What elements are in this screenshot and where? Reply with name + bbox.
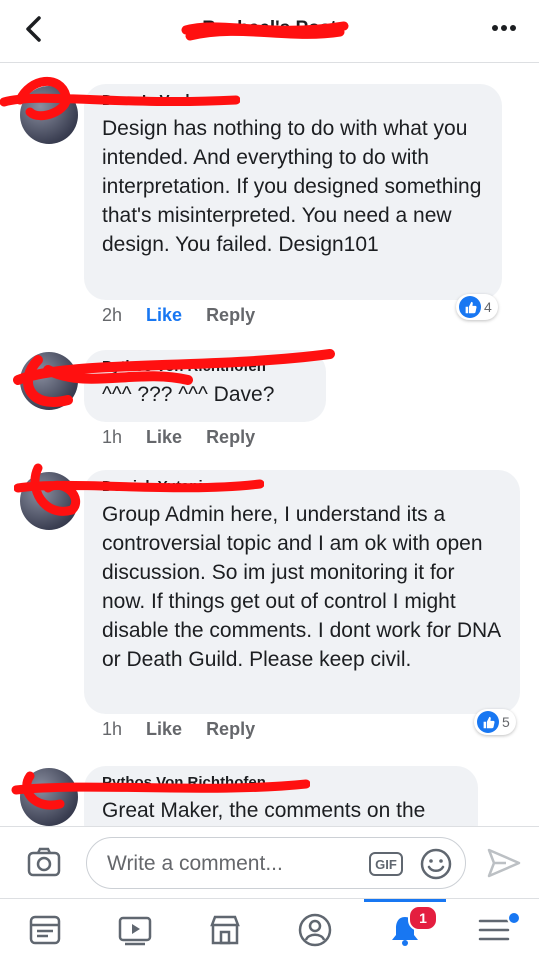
reaction-count[interactable]: 4 — [456, 294, 498, 320]
comment-actions: 2h Like Reply — [102, 305, 255, 326]
comment-actions: 1h Like Reply — [102, 719, 255, 740]
post-header: Rachael's Post — [0, 0, 539, 63]
like-button[interactable]: Like — [146, 427, 182, 448]
comment-input-container[interactable]: GIF — [86, 837, 466, 889]
reply-button[interactable]: Reply — [206, 719, 255, 740]
camera-icon[interactable] — [26, 845, 62, 879]
reaction-count[interactable]: 5 — [474, 709, 516, 735]
watch-video-icon — [118, 916, 152, 946]
active-tab-indicator — [364, 899, 446, 902]
comment-author[interactable]: Derrick Yutani — [102, 480, 502, 494]
send-icon[interactable] — [486, 846, 522, 880]
comment-text: Design has nothing to do with what you i… — [102, 117, 482, 256]
comment-bubble[interactable]: Derrick Yutani Group Admin here, I under… — [84, 470, 520, 714]
comment: Pythos Von Richthofen ^^^ ??? ^^^ Dave? … — [0, 350, 539, 450]
comment-time: 1h — [102, 427, 123, 447]
comment-author[interactable]: Dave LeVack — [102, 94, 484, 108]
comment-text: Great Maker, the comments on the — [102, 799, 426, 822]
thumbs-up-icon — [477, 711, 499, 733]
comment-time: 2h — [102, 305, 123, 325]
like-button[interactable]: Like — [146, 719, 182, 740]
nav-profile[interactable] — [270, 899, 360, 961]
comment-input[interactable] — [105, 849, 359, 879]
reaction-number: 4 — [484, 299, 492, 315]
comment-text: ^^^ ??? ^^^ Dave? — [102, 383, 275, 406]
comment-bubble[interactable]: Pythos Von Richthofen ^^^ ??? ^^^ Dave? — [84, 350, 326, 422]
thumbs-up-icon — [459, 296, 481, 318]
nav-watch[interactable] — [90, 899, 180, 961]
comment-bubble[interactable]: Pythos Von Richthofen Great Maker, the c… — [84, 766, 478, 826]
comment: Dave LeVack Design has nothing to do wit… — [0, 84, 539, 334]
comment-text: Group Admin here, I understand its a con… — [102, 503, 501, 671]
avatar[interactable] — [20, 86, 78, 144]
news-feed-icon — [29, 915, 61, 945]
comment-actions: 1h Like Reply — [102, 427, 255, 448]
avatar[interactable] — [20, 352, 78, 410]
marketplace-icon — [210, 915, 240, 945]
comment-author[interactable]: Pythos Von Richthofen — [102, 360, 308, 374]
menu-hamburger-icon — [478, 919, 510, 941]
comment: Derrick Yutani Group Admin here, I under… — [0, 470, 539, 750]
notification-badge: 1 — [408, 905, 438, 931]
reply-button[interactable]: Reply — [206, 305, 255, 326]
comment-time: 1h — [102, 719, 123, 739]
emoji-icon[interactable] — [419, 847, 453, 881]
comment-composer: GIF — [0, 826, 539, 899]
profile-icon — [298, 913, 332, 947]
more-options-icon[interactable] — [491, 18, 517, 38]
nav-menu[interactable] — [449, 899, 539, 961]
comment: Pythos Von Richthofen Great Maker, the c… — [0, 766, 539, 826]
gif-button[interactable]: GIF — [369, 852, 403, 876]
avatar[interactable] — [20, 768, 78, 826]
menu-indicator-dot — [507, 911, 521, 925]
comment-bubble[interactable]: Dave LeVack Design has nothing to do wit… — [84, 84, 502, 300]
reaction-number: 5 — [502, 714, 510, 730]
reply-button[interactable]: Reply — [206, 427, 255, 448]
nav-notifications[interactable]: 1 — [360, 899, 450, 961]
comment-author[interactable]: Pythos Von Richthofen — [102, 776, 460, 790]
page-title: Rachael's Post — [202, 18, 337, 39]
bottom-nav: 1 — [0, 898, 539, 961]
nav-marketplace[interactable] — [180, 899, 270, 961]
avatar[interactable] — [20, 472, 78, 530]
nav-news-feed[interactable] — [0, 899, 90, 961]
like-button[interactable]: Like — [146, 305, 182, 326]
